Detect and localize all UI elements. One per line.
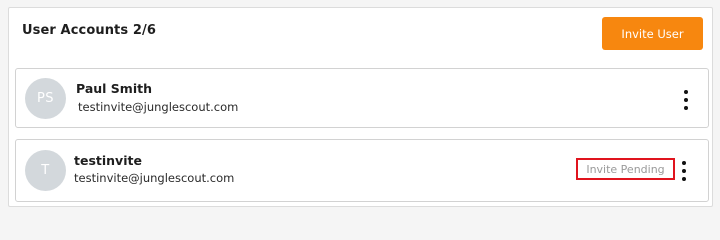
avatar: T xyxy=(25,150,66,191)
avatar: PS xyxy=(25,78,66,119)
page-title: User Accounts 2/6 xyxy=(22,23,156,38)
invite-pending-badge: Invite Pending xyxy=(576,158,675,180)
more-vertical-icon[interactable] xyxy=(678,161,690,181)
user-email: testinvite@junglescout.com xyxy=(78,100,239,114)
user-email: testinvite@junglescout.com xyxy=(74,171,235,185)
user-name: Paul Smith xyxy=(76,81,152,96)
invite-user-button[interactable]: Invite User xyxy=(602,17,703,50)
more-vertical-icon[interactable] xyxy=(680,90,692,110)
user-name: testinvite xyxy=(74,153,142,168)
user-accounts-panel: User Accounts 2/6 Invite User PS Paul Sm… xyxy=(8,7,713,207)
user-card: PS Paul Smith testinvite@junglescout.com xyxy=(15,68,709,128)
user-card: T testinvite testinvite@junglescout.com … xyxy=(15,139,709,202)
